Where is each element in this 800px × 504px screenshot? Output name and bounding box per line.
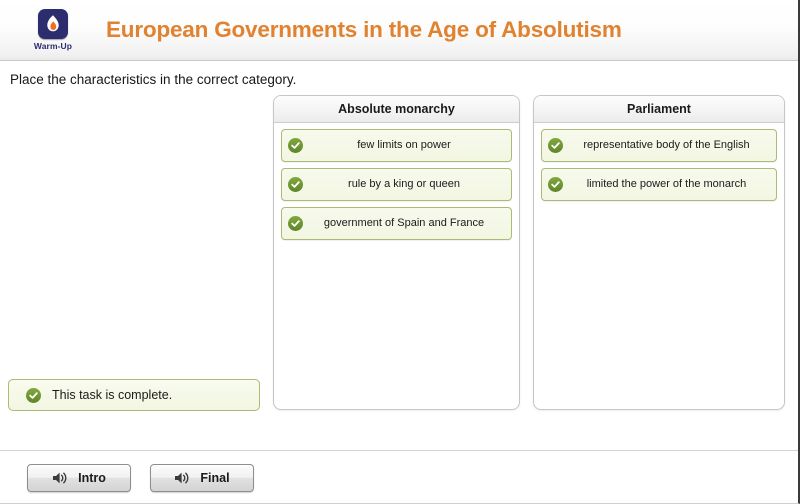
- list-item-label: rule by a king or queen: [348, 178, 460, 191]
- flame-icon: [38, 9, 68, 40]
- check-circle-icon: [288, 177, 303, 192]
- list-item-label: representative body of the English: [583, 139, 750, 152]
- list-item-label: few limits on power: [357, 139, 451, 152]
- status-text: This task is complete.: [52, 388, 173, 402]
- speaker-icon: [174, 471, 191, 485]
- lesson-page: Warm-Up European Governments in the Age …: [0, 0, 800, 504]
- brand-label: Warm-Up: [33, 41, 73, 52]
- check-circle-icon: [26, 387, 41, 403]
- footer-divider: [0, 450, 798, 451]
- category-panel-absolute-monarchy[interactable]: Absolute monarchy few limits on power ru…: [273, 95, 520, 410]
- page-title: European Governments in the Age of Absol…: [106, 17, 622, 42]
- list-item[interactable]: rule by a king or queen: [281, 168, 512, 201]
- final-audio-button[interactable]: Final: [150, 464, 254, 492]
- check-circle-icon: [288, 138, 303, 153]
- category-panel-parliament[interactable]: Parliament representative body of the En…: [533, 95, 785, 410]
- list-item-label: limited the power of the monarch: [586, 178, 747, 191]
- list-item[interactable]: government of Spain and France: [281, 207, 512, 240]
- status-badge: This task is complete.: [8, 379, 260, 411]
- button-label: Final: [200, 471, 230, 485]
- instruction-text: Place the characteristics in the correct…: [10, 72, 297, 87]
- list-item-label: government of Spain and France: [323, 217, 485, 230]
- category-dropzone[interactable]: representative body of the English limit…: [534, 123, 784, 201]
- check-circle-icon: [548, 138, 563, 153]
- check-circle-icon: [548, 177, 563, 192]
- category-dropzone[interactable]: few limits on power rule by a king or qu…: [274, 123, 519, 240]
- check-circle-icon: [288, 216, 303, 231]
- category-title: Parliament: [534, 96, 784, 123]
- category-title: Absolute monarchy: [274, 96, 519, 123]
- list-item[interactable]: limited the power of the monarch: [541, 168, 777, 201]
- list-item[interactable]: few limits on power: [281, 129, 512, 162]
- list-item[interactable]: representative body of the English: [541, 129, 777, 162]
- intro-audio-button[interactable]: Intro: [27, 464, 131, 492]
- button-label: Intro: [78, 471, 106, 485]
- brand-badge: Warm-Up: [14, 9, 92, 51]
- page-header: Warm-Up European Governments in the Age …: [0, 0, 798, 61]
- footer-toolbar: Intro Final: [27, 464, 254, 492]
- speaker-icon: [52, 471, 69, 485]
